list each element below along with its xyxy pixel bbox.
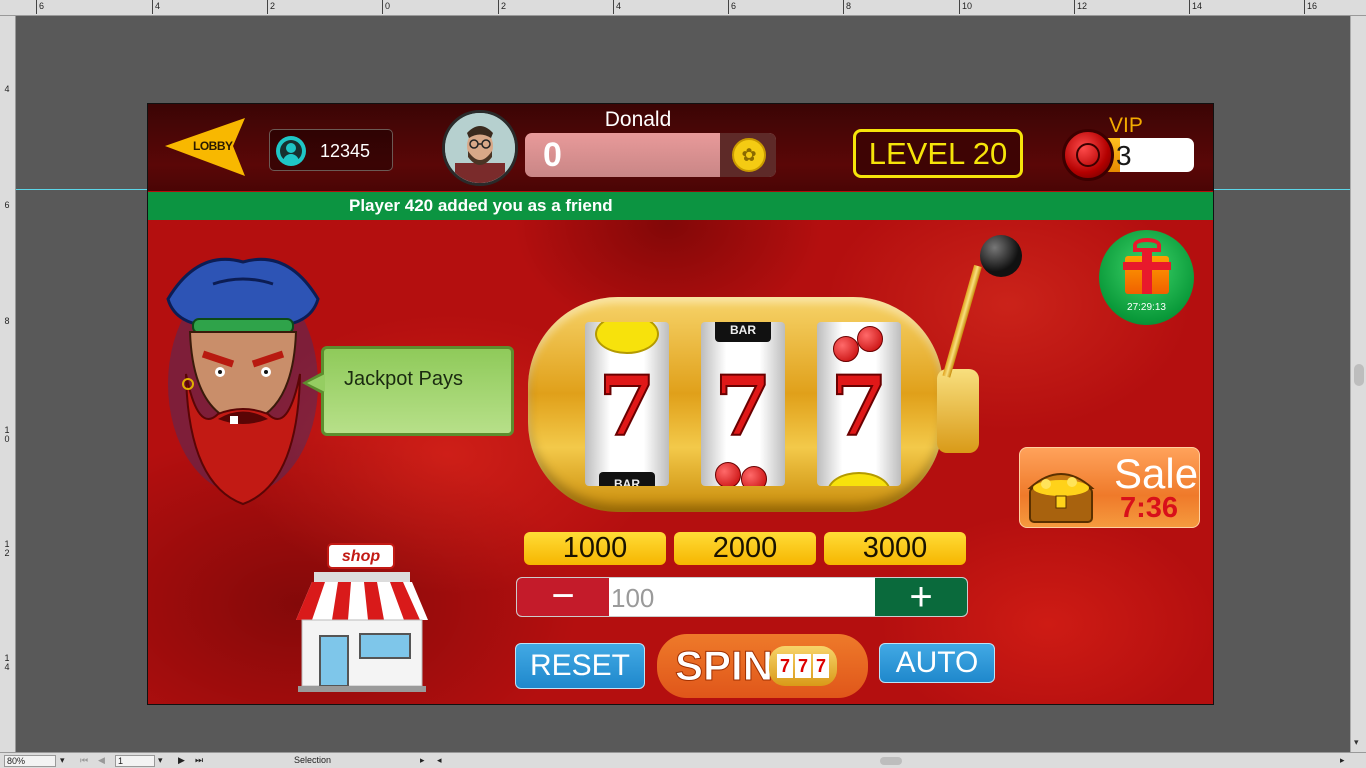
- ruler-tick: 1 2: [4, 539, 10, 558]
- ruler-top: 6 4 2 0 2 4 6 8 10 12 14 16: [0, 0, 1366, 16]
- avatar[interactable]: [442, 110, 518, 186]
- lever-knob-icon[interactable]: [980, 235, 1022, 277]
- first-page-icon[interactable]: ⏮: [80, 755, 88, 766]
- bet-stepper: − 100 +: [516, 577, 968, 617]
- ruler-tick: 6: [4, 200, 10, 210]
- player-id: 12345: [320, 141, 371, 161]
- coin-icon[interactable]: ✿: [732, 138, 766, 172]
- scroll-left-icon[interactable]: ◂: [437, 755, 442, 766]
- ruler-tick: 2: [267, 0, 275, 14]
- ruler-tick: 6: [728, 0, 736, 14]
- sale-timer: 7:36: [1120, 492, 1179, 524]
- page-dropdown-icon[interactable]: ▾: [158, 755, 163, 766]
- gift-button[interactable]: 27:29:13: [1099, 230, 1194, 325]
- last-page-icon[interactable]: ⏭: [195, 755, 203, 766]
- ruler-tick: 16: [1304, 0, 1317, 14]
- ruler-tick: 8: [4, 316, 10, 326]
- sale-button[interactable]: Sale 7:36: [1019, 447, 1200, 528]
- vip-label: VIP: [1109, 114, 1143, 137]
- lobby-button[interactable]: LOBBY: [165, 118, 247, 176]
- ruler-tick: 6: [36, 0, 44, 14]
- bet-option-2000[interactable]: 2000: [674, 532, 816, 565]
- mini-seven: 7: [795, 654, 811, 678]
- ruler-tick: 4: [4, 84, 10, 94]
- speech-text: Jackpot Pays: [344, 368, 463, 390]
- zoom-field[interactable]: 80%: [4, 755, 56, 767]
- bet-amount-input[interactable]: 100: [611, 583, 654, 614]
- ruler-tick: 0: [382, 0, 390, 14]
- prev-page-icon[interactable]: ◀: [98, 755, 105, 766]
- status-arrow-right-icon[interactable]: ▸: [420, 755, 425, 766]
- level-badge: LEVEL 20: [853, 129, 1023, 178]
- ruler-tick: 4: [613, 0, 621, 14]
- spin-button[interactable]: SPIN 7 7 7: [657, 634, 868, 698]
- ruler-tick: 14: [1189, 0, 1202, 14]
- ruler-left: 4 6 8 1 0 1 2 1 4: [0, 16, 16, 752]
- next-page-icon[interactable]: ▶: [178, 755, 185, 766]
- horizontal-scrollbar-thumb[interactable]: [880, 757, 902, 765]
- cherry-icon: [857, 326, 883, 352]
- mini-seven: 7: [777, 654, 793, 678]
- scrollbar-thumb[interactable]: [1354, 364, 1364, 386]
- tool-status: Selection: [294, 755, 332, 765]
- shop-icon[interactable]: shop: [292, 542, 432, 694]
- vip-medal-icon[interactable]: [1062, 129, 1114, 181]
- ruler-tick: 10: [959, 0, 972, 14]
- mini-seven: 7: [813, 654, 829, 678]
- scroll-right-icon[interactable]: ▸: [1340, 755, 1345, 766]
- bet-option-3000[interactable]: 3000: [824, 532, 966, 565]
- auto-button[interactable]: AUTO: [879, 643, 995, 683]
- scroll-down-icon[interactable]: ▾: [1354, 737, 1359, 748]
- vertical-scrollbar[interactable]: ▾: [1350, 16, 1366, 752]
- decrease-bet-button[interactable]: −: [517, 578, 609, 616]
- cherry-icon: [715, 462, 741, 486]
- speech-bubble: Jackpot Pays: [302, 346, 514, 436]
- cherry-icon: [741, 466, 767, 486]
- zoom-dropdown-icon[interactable]: ▾: [60, 755, 65, 766]
- lemon-icon: [595, 322, 659, 354]
- vip-level: 3: [1116, 140, 1132, 171]
- reel-1: 7 BAR: [585, 322, 669, 486]
- gift-ribbon: [1123, 262, 1171, 270]
- lever-rod[interactable]: [942, 264, 982, 378]
- seven-symbol: 7: [597, 359, 656, 455]
- coin-balance: 0 ✿: [525, 133, 776, 177]
- treasure-chest-icon: [1027, 473, 1095, 523]
- mini-slot-icon: 7 7 7: [769, 646, 837, 686]
- shop-label: shop: [342, 548, 380, 565]
- sale-title: Sale: [1114, 450, 1199, 497]
- page-field[interactable]: 1: [115, 755, 155, 767]
- ruler-tick: 1 4: [4, 653, 10, 672]
- reset-button[interactable]: RESET: [515, 643, 645, 689]
- status-bar: 80% ▾ ⏮ ◀ 1 ▾ ▶ ⏭ Selection ▸ ◂ ▸: [0, 752, 1366, 768]
- gift-timer: 27:29:13: [1127, 302, 1166, 313]
- ruler-tick: 4: [152, 0, 160, 14]
- balance-value: 0: [543, 136, 562, 174]
- spin-label: SPIN: [674, 642, 774, 690]
- machine-side-cap: [937, 369, 979, 453]
- bar-symbol: BAR: [715, 322, 771, 342]
- game-canvas: LOBBY 12345 Donald 0 ✿ LEVEL 20 VIP 3 Pl…: [147, 103, 1214, 705]
- ruler-tick: 2: [498, 0, 506, 14]
- ruler-tick: 8: [843, 0, 851, 14]
- gift-ribbon: [1142, 250, 1152, 294]
- username: Donald: [604, 108, 672, 131]
- user-icon: [276, 136, 306, 166]
- seven-symbol: 7: [713, 359, 772, 455]
- notification-bar: Player 420 added you as a friend: [148, 192, 1213, 220]
- ruler-tick: 1 0: [4, 425, 10, 444]
- lobby-label: LOBBY: [193, 139, 233, 153]
- ruler-tick: 12: [1074, 0, 1087, 14]
- avatar-portrait: [445, 113, 515, 183]
- gift-bow: [1133, 238, 1161, 252]
- bar-symbol: BAR: [599, 472, 655, 486]
- reel-3: 7: [817, 322, 901, 486]
- seven-symbol: 7: [829, 359, 888, 455]
- reel-2: BAR 7: [701, 322, 785, 486]
- lemon-icon: [827, 472, 891, 486]
- player-id-box[interactable]: 12345: [269, 129, 393, 171]
- bet-option-1000[interactable]: 1000: [524, 532, 666, 565]
- increase-bet-button[interactable]: +: [875, 578, 967, 616]
